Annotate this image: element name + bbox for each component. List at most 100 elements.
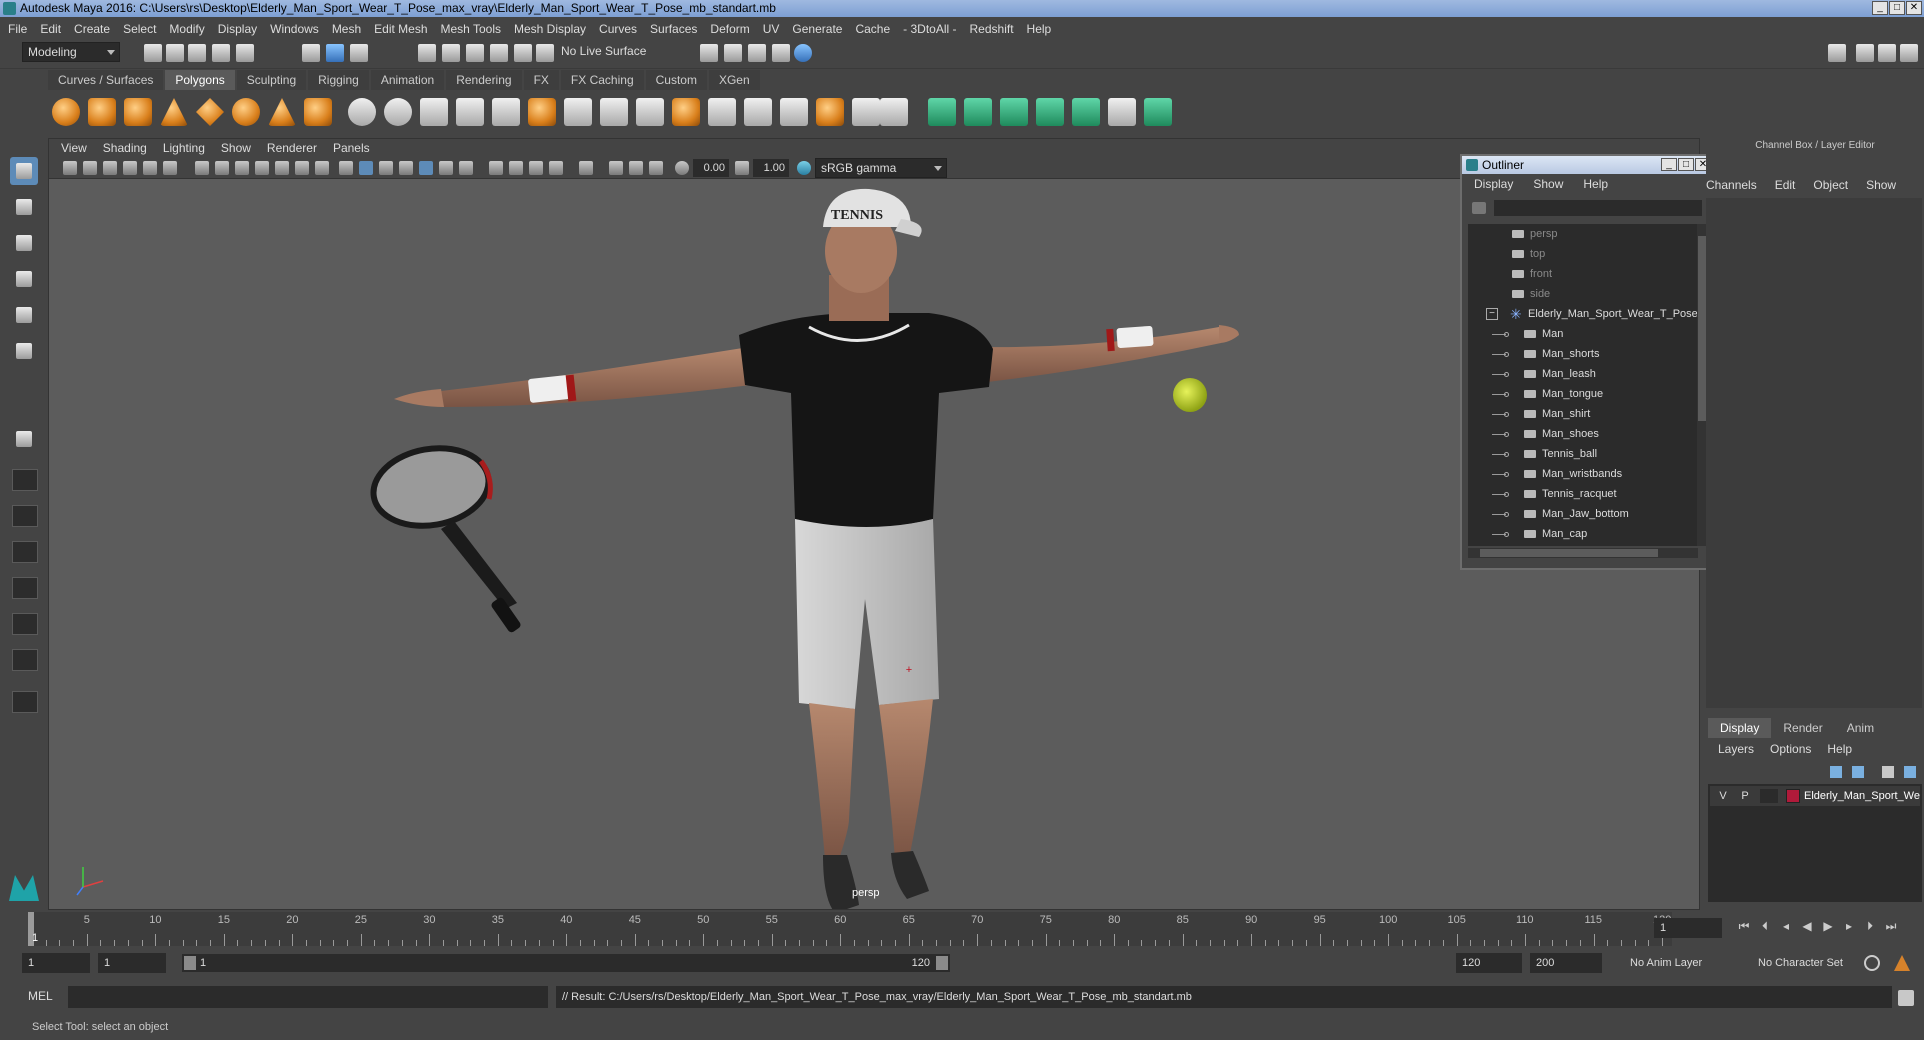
menu-edit-mesh[interactable]: Edit Mesh	[374, 22, 427, 36]
layout-four-view[interactable]	[12, 469, 38, 491]
mode-dropdown[interactable]: Modeling	[22, 42, 120, 62]
reduce-icon[interactable]	[528, 98, 556, 126]
ambient-occlusion-icon[interactable]	[489, 161, 503, 175]
menu-mesh-display[interactable]: Mesh Display	[514, 22, 586, 36]
bridge-icon[interactable]	[636, 98, 664, 126]
channel-box-area[interactable]	[1706, 198, 1922, 708]
outliner-menu-help[interactable]: Help	[1583, 177, 1608, 191]
select-hierarchy-icon[interactable]	[302, 44, 320, 62]
gamma-field[interactable]: 1.00	[753, 159, 789, 177]
outliner-item-tennis-ball[interactable]: Tennis_ball	[1468, 444, 1698, 464]
single-perspective-layout[interactable]	[10, 425, 38, 453]
auto-key-icon[interactable]	[1864, 955, 1880, 971]
outliner-menu-display[interactable]: Display	[1474, 177, 1513, 191]
outliner-horizontal-scrollbar[interactable]	[1468, 548, 1698, 558]
shelf-tab-custom[interactable]: Custom	[645, 70, 707, 90]
grease-pencil-icon[interactable]	[163, 161, 177, 175]
menu-select[interactable]: Select	[123, 22, 156, 36]
scene-start-field[interactable]: 1	[22, 953, 90, 973]
hypershade-icon[interactable]	[794, 44, 812, 62]
render-settings-icon[interactable]	[700, 44, 718, 62]
depth-of-field-icon[interactable]	[549, 161, 563, 175]
outliner-titlebar[interactable]: Outliner _ □ ✕	[1462, 156, 1713, 174]
exposure-icon[interactable]	[675, 161, 689, 175]
channel-box-menu-show[interactable]: Show	[1866, 178, 1896, 192]
menu-curves[interactable]: Curves	[599, 22, 637, 36]
menu-3dtoall[interactable]: - 3DtoAll -	[903, 22, 956, 36]
panel-menu-shading[interactable]: Shading	[103, 141, 147, 155]
anim-layer-dropdown[interactable]: No Anim Layer	[1624, 953, 1740, 973]
menu-cache[interactable]: Cache	[855, 22, 890, 36]
outliner-menu-show[interactable]: Show	[1533, 177, 1563, 191]
character-set-dropdown[interactable]: No Character Set	[1752, 953, 1872, 973]
layout-hypershade[interactable]	[12, 577, 38, 599]
play-backwards-icon[interactable]: ◀	[1799, 918, 1815, 934]
shelf-tab-curves-surfaces[interactable]: Curves / Surfaces	[48, 70, 164, 90]
layer-menu-options[interactable]: Options	[1770, 742, 1811, 756]
extrude-icon[interactable]	[600, 98, 628, 126]
snap-curve-icon[interactable]	[442, 44, 460, 62]
menu-generate[interactable]: Generate	[792, 22, 842, 36]
shelf-tab-fx[interactable]: FX	[523, 70, 559, 90]
menu-create[interactable]: Create	[74, 22, 110, 36]
uv-layout-icon[interactable]	[1144, 98, 1172, 126]
resolution-gate-icon[interactable]	[235, 161, 249, 175]
poly-cone-icon[interactable]	[160, 98, 188, 126]
live-surface-field[interactable]: No Live Surface	[556, 42, 664, 62]
select-object-icon[interactable]	[326, 44, 344, 62]
layout-script-editor[interactable]	[12, 649, 38, 671]
xray-icon[interactable]	[609, 161, 623, 175]
shelf-tab-sculpting[interactable]: Sculpting	[236, 70, 307, 90]
menu-display[interactable]: Display	[218, 22, 257, 36]
panel-menu-view[interactable]: View	[61, 141, 87, 155]
channel-box-menu-object[interactable]: Object	[1813, 178, 1848, 192]
2d-pan-zoom-icon[interactable]	[143, 161, 157, 175]
film-gate-icon[interactable]	[215, 161, 229, 175]
tool-settings-icon[interactable]	[1878, 44, 1896, 62]
uv-unfold-icon[interactable]	[1072, 98, 1100, 126]
layer-playback-toggle[interactable]: P	[1736, 788, 1754, 804]
poly-plane-icon[interactable]	[196, 98, 224, 126]
image-plane-icon[interactable]	[123, 161, 137, 175]
poly-torus-icon[interactable]	[232, 98, 260, 126]
panel-menu-renderer[interactable]: Renderer	[267, 141, 317, 155]
layer-tab-anim[interactable]: Anim	[1835, 718, 1886, 738]
layer-menu-help[interactable]: Help	[1827, 742, 1852, 756]
target-weld-icon[interactable]	[744, 98, 772, 126]
outliner-item-tennis-racquet[interactable]: Tennis_racquet	[1468, 484, 1698, 504]
attribute-editor-icon[interactable]	[1856, 44, 1874, 62]
textured-icon[interactable]	[419, 161, 433, 175]
isolate-select-icon[interactable]	[579, 161, 593, 175]
tennis-ball-model[interactable]	[1173, 378, 1207, 412]
menu-deform[interactable]: Deform	[710, 22, 749, 36]
collapse-icon[interactable]	[880, 98, 908, 126]
menu-windows[interactable]: Windows	[270, 22, 319, 36]
camera-attributes-icon[interactable]	[83, 161, 97, 175]
outliner-item-group[interactable]: − ✳ Elderly_Man_Sport_Wear_T_Pose_	[1468, 304, 1698, 324]
layout-persp-uv[interactable]	[12, 613, 38, 635]
menu-edit[interactable]: Edit	[40, 22, 61, 36]
mirror-icon[interactable]	[564, 98, 592, 126]
shelf-tab-animation[interactable]: Animation	[370, 70, 445, 90]
outliner-item-man-leash[interactable]: Man_leash	[1468, 364, 1698, 384]
safe-title-icon[interactable]	[315, 161, 329, 175]
menu-mesh-tools[interactable]: Mesh Tools	[441, 22, 501, 36]
safe-action-icon[interactable]	[295, 161, 309, 175]
outliner-item-man-shoes[interactable]: Man_shoes	[1468, 424, 1698, 444]
menu-file[interactable]: File	[8, 22, 27, 36]
extract-icon[interactable]	[420, 98, 448, 126]
outliner-search-input[interactable]	[1494, 200, 1702, 216]
separate-icon[interactable]	[384, 98, 412, 126]
smooth-icon[interactable]	[456, 98, 484, 126]
channel-box-icon[interactable]	[1900, 44, 1918, 62]
uv-checker-icon[interactable]	[1108, 98, 1136, 126]
outliner-item-man-wristbands[interactable]: Man_wristbands	[1468, 464, 1698, 484]
poly-cylinder-icon[interactable]	[124, 98, 152, 126]
menu-mesh[interactable]: Mesh	[332, 22, 361, 36]
time-slider[interactable]: 1 5 10 15 20 25 30 35 40 45 50 55 60 65 70 75 80 85 90 95 1…	[28, 912, 1672, 946]
layer-visibility-toggle[interactable]: V	[1714, 788, 1732, 804]
outliner-maximize-button[interactable]: □	[1678, 158, 1694, 171]
quad-draw-icon[interactable]	[816, 98, 844, 126]
layout-custom[interactable]	[12, 691, 38, 713]
render-current-icon[interactable]	[724, 44, 742, 62]
